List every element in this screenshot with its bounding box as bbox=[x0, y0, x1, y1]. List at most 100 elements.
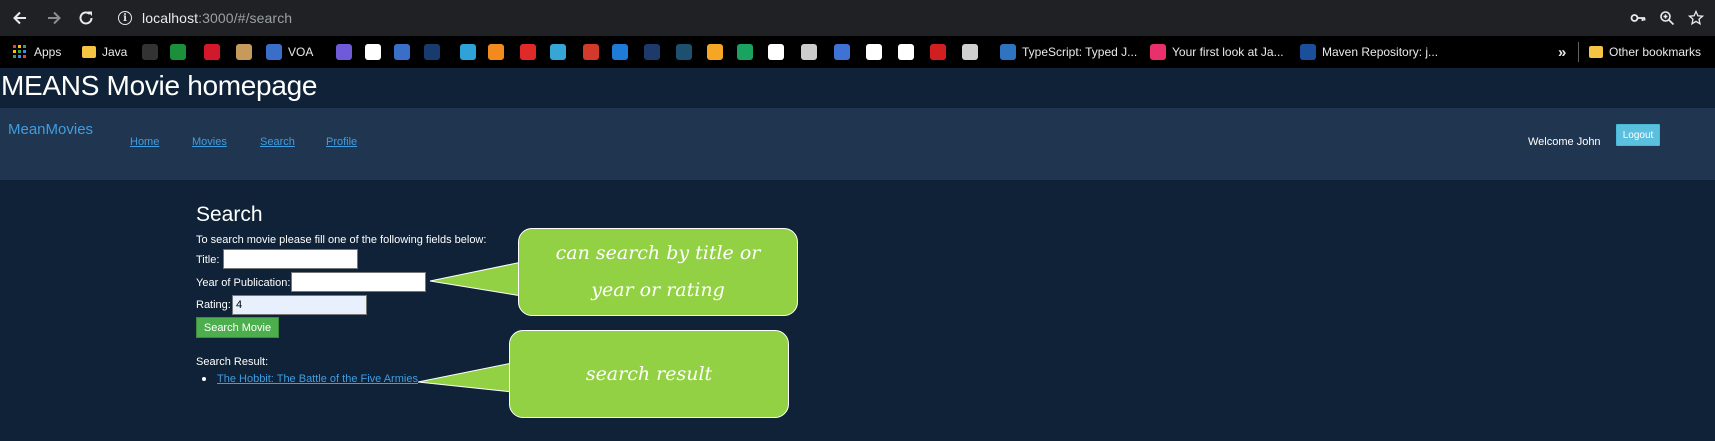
jetbrains-icon bbox=[1150, 44, 1166, 60]
title-input[interactable] bbox=[223, 249, 358, 269]
bookmark-item[interactable] bbox=[612, 43, 634, 61]
cube-icon bbox=[898, 44, 914, 60]
bookmark-item[interactable]: Apps bbox=[12, 43, 61, 61]
bookmark-item[interactable] bbox=[583, 43, 605, 61]
reload-button[interactable] bbox=[72, 4, 100, 32]
cube-icon bbox=[768, 44, 784, 60]
bookmark-item[interactable] bbox=[550, 43, 572, 61]
browser-toolbar: i localhost:3000/#/search bbox=[0, 0, 1715, 36]
tr-icon bbox=[644, 44, 660, 60]
figure-icon bbox=[930, 44, 946, 60]
voa-icon bbox=[266, 44, 282, 60]
bookmark-item[interactable] bbox=[460, 43, 482, 61]
star-icon[interactable] bbox=[1684, 4, 1708, 32]
nav-link-home[interactable]: Home bbox=[130, 136, 159, 148]
circle-icon bbox=[583, 44, 599, 60]
navbar bbox=[0, 108, 1715, 180]
bullet bbox=[202, 377, 206, 381]
search-heading: Search bbox=[196, 203, 263, 226]
bookmark-item[interactable] bbox=[365, 43, 387, 61]
bookmark-item[interactable] bbox=[424, 43, 446, 61]
bookmark-label: TypeScript: Typed J... bbox=[1022, 45, 1138, 59]
bookmark-item[interactable] bbox=[707, 43, 729, 61]
year-input[interactable] bbox=[291, 272, 426, 292]
logout-button[interactable]: Logout bbox=[1616, 124, 1660, 146]
bookmarks-bar: Apps Java VOA TypeScript: Typed J... Your fi… bbox=[0, 36, 1715, 68]
callout-search-fields: can search by title or year or rating bbox=[518, 228, 798, 316]
box-icon bbox=[488, 44, 504, 60]
rating-label: Rating: bbox=[196, 299, 231, 311]
folder-icon bbox=[1589, 46, 1603, 58]
arrow-left-icon bbox=[13, 11, 26, 25]
brand-link[interactable]: MeanMovies bbox=[8, 121, 93, 138]
bookmark-item[interactable] bbox=[236, 43, 258, 61]
bookmark-item[interactable] bbox=[801, 43, 823, 61]
bookmark-item[interactable] bbox=[834, 43, 856, 61]
bookmark-item[interactable]: VOA bbox=[266, 43, 313, 61]
shield-icon bbox=[866, 44, 882, 60]
ev-icon bbox=[550, 44, 566, 60]
x-icon bbox=[424, 44, 440, 60]
forward-button[interactable] bbox=[40, 4, 68, 32]
zoom-icon[interactable] bbox=[1655, 4, 1679, 32]
bookmark-item[interactable] bbox=[644, 43, 666, 61]
oracle-icon bbox=[520, 44, 536, 60]
folder-icon bbox=[82, 46, 96, 58]
rating-input[interactable] bbox=[232, 295, 367, 315]
bookmark-item[interactable]: Maven Repository: j... bbox=[1300, 43, 1438, 61]
flag-icon bbox=[460, 44, 476, 60]
callout-pointer-result bbox=[417, 362, 513, 393]
r-icon bbox=[834, 44, 850, 60]
bookmark-item[interactable] bbox=[204, 43, 226, 61]
key-icon[interactable] bbox=[1626, 4, 1650, 32]
nav-link-search[interactable]: Search bbox=[260, 136, 295, 148]
arrow-right-icon bbox=[48, 11, 61, 25]
bookmark-item[interactable] bbox=[866, 43, 888, 61]
back-button[interactable] bbox=[6, 4, 34, 32]
list-item: The Hobbit: The Battle of the Five Armie… bbox=[202, 373, 418, 385]
address-bar[interactable]: i localhost:3000/#/search bbox=[110, 4, 1710, 32]
apps-grid-icon bbox=[12, 44, 28, 60]
bookmarks-overflow-button[interactable]: » bbox=[1558, 43, 1566, 61]
bookmark-label: Java bbox=[102, 45, 128, 59]
card-icon bbox=[962, 44, 978, 60]
bookmark-item[interactable] bbox=[142, 43, 164, 61]
github-icon bbox=[142, 44, 158, 60]
bookmark-item[interactable] bbox=[737, 43, 759, 61]
bookmark-item[interactable] bbox=[930, 43, 952, 61]
bookmark-item[interactable] bbox=[768, 43, 790, 61]
bookmark-label: Maven Repository: j... bbox=[1322, 45, 1439, 59]
bookmark-item[interactable] bbox=[170, 43, 192, 61]
year-label: Year of Publication: bbox=[196, 277, 291, 289]
voa-icon bbox=[394, 44, 410, 60]
bookmark-item[interactable]: TypeScript: Typed J... bbox=[1000, 43, 1137, 61]
bookmark-item[interactable]: Your first look at Ja... bbox=[1150, 43, 1284, 61]
code-icon bbox=[336, 44, 352, 60]
person-icon bbox=[707, 44, 723, 60]
nav-link-profile[interactable]: Profile bbox=[326, 136, 357, 148]
bookmark-item[interactable] bbox=[520, 43, 542, 61]
search-instructions: To search movie please fill one of the f… bbox=[196, 234, 487, 246]
search-result-label: Search Result: bbox=[196, 356, 269, 368]
title-label: Title: bbox=[196, 254, 220, 266]
bookmark-item[interactable] bbox=[488, 43, 510, 61]
bookmark-item[interactable] bbox=[962, 43, 984, 61]
bookmark-item[interactable] bbox=[898, 43, 920, 61]
bookmark-item[interactable]: Java bbox=[82, 43, 127, 61]
search-result-link[interactable]: The Hobbit: The Battle of the Five Armie… bbox=[217, 373, 418, 385]
bookmark-item[interactable] bbox=[336, 43, 358, 61]
bookmarks-divider bbox=[1578, 42, 1579, 62]
bookmark-item[interactable] bbox=[676, 43, 698, 61]
reload-icon bbox=[79, 11, 93, 25]
search-movie-button[interactable]: Search Movie bbox=[196, 317, 279, 338]
welcome-text: Welcome John bbox=[1528, 136, 1601, 148]
bookmark-item[interactable] bbox=[394, 43, 416, 61]
nav-link-movies[interactable]: Movies bbox=[192, 136, 227, 148]
callout-pointer-fields bbox=[429, 261, 523, 297]
ts-icon bbox=[1000, 44, 1016, 60]
url-text[interactable]: localhost:3000/#/search bbox=[142, 10, 292, 26]
maven-icon bbox=[1300, 44, 1316, 60]
other-bookmarks-folder[interactable]: Other bookmarks bbox=[1589, 43, 1701, 61]
info-icon[interactable]: i bbox=[118, 11, 132, 25]
tds-icon bbox=[676, 44, 692, 60]
